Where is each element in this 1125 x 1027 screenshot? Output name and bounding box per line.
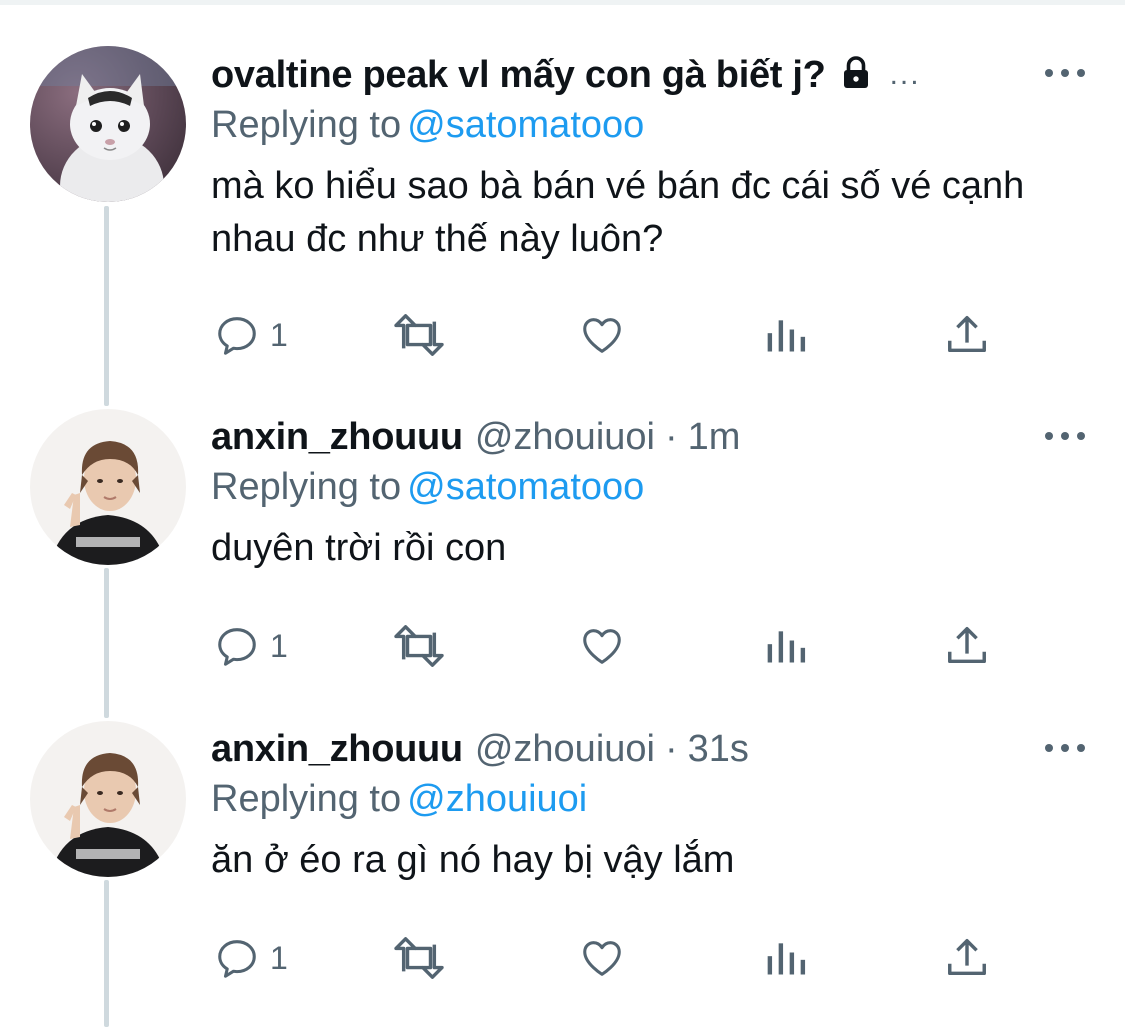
replying-to: Replying to @satomatooo	[211, 104, 1085, 152]
tweet[interactable]: anxin_zhouuu @zhouiuoi · 31s Replying to…	[0, 712, 1125, 1027]
reply-to-handle[interactable]: @satomatooo	[407, 104, 644, 146]
separator-dot: ·	[664, 415, 678, 458]
person-avatar-image	[30, 721, 186, 877]
retweet-icon	[394, 625, 444, 667]
reply-icon	[218, 940, 256, 978]
tweet-actions: 1	[214, 621, 994, 671]
timestamp[interactable]: 1m	[688, 416, 741, 459]
share-button[interactable]	[944, 310, 990, 360]
reply-icon	[218, 317, 256, 355]
replying-to-label: Replying to	[211, 104, 402, 146]
views-button[interactable]	[764, 933, 808, 983]
timestamp[interactable]: 31s	[688, 728, 749, 771]
name-truncation: ...	[889, 58, 921, 91]
lock-icon	[838, 55, 874, 96]
views-button[interactable]	[764, 621, 808, 671]
views-icon	[767, 943, 806, 975]
tweet-actions: 1	[214, 310, 994, 360]
replying-to-label: Replying to	[211, 778, 402, 820]
avatar[interactable]	[30, 409, 186, 565]
retweet-button[interactable]	[392, 310, 446, 360]
tweet-header: anxin_zhouuu @zhouiuoi · 31s	[211, 724, 1085, 774]
more-icon[interactable]	[1045, 66, 1085, 80]
like-icon	[583, 941, 621, 976]
views-icon	[767, 320, 806, 352]
tweet-actions: 1	[214, 933, 994, 983]
reply-button[interactable]: 1	[214, 933, 288, 983]
avatar[interactable]	[30, 721, 186, 877]
like-button[interactable]	[578, 621, 626, 671]
tweet[interactable]: ovaltine peak vl mấy con gà biết j? ... …	[0, 0, 1125, 400]
like-button[interactable]	[578, 933, 626, 983]
person-avatar-image	[30, 409, 186, 565]
display-name[interactable]: ovaltine peak vl mấy con gà biết j?	[211, 54, 826, 97]
user-handle[interactable]: @zhouiuoi	[475, 416, 655, 459]
cat-avatar-image	[30, 46, 186, 202]
reply-count: 1	[270, 627, 288, 664]
more-icon[interactable]	[1045, 741, 1085, 755]
reply-count: 1	[270, 939, 288, 976]
reply-icon	[218, 628, 256, 666]
display-name[interactable]: anxin_zhouuu	[211, 728, 463, 771]
replying-to: Replying to @zhouiuoi	[211, 778, 1085, 826]
like-icon	[583, 318, 621, 353]
reply-count: 1	[270, 316, 288, 353]
reply-button[interactable]: 1	[214, 310, 288, 360]
share-button[interactable]	[944, 621, 990, 671]
retweet-icon	[394, 314, 444, 356]
tweet-header: ovaltine peak vl mấy con gà biết j? ...	[211, 50, 1085, 100]
reply-to-handle[interactable]: @zhouiuoi	[407, 778, 587, 820]
tweet-text: ăn ở éo ra gì nó hay bị vậy lắm	[211, 839, 735, 881]
avatar[interactable]	[30, 46, 186, 202]
retweet-button[interactable]	[392, 933, 446, 983]
reply-to-handle[interactable]: @satomatooo	[407, 466, 644, 508]
share-icon	[948, 316, 986, 353]
tweet[interactable]: anxin_zhouuu @zhouiuoi · 1m Replying to @…	[0, 400, 1125, 712]
like-icon	[583, 629, 621, 664]
retweet-icon	[394, 937, 444, 979]
share-icon	[948, 627, 986, 664]
tweet-text: duyên trời rồi con	[211, 527, 507, 569]
share-icon	[948, 939, 986, 976]
user-handle[interactable]: @zhouiuoi	[475, 728, 655, 771]
retweet-button[interactable]	[392, 621, 446, 671]
separator-dot: ·	[664, 727, 678, 770]
replying-to-label: Replying to	[211, 466, 402, 508]
reply-button[interactable]: 1	[214, 621, 288, 671]
more-icon[interactable]	[1045, 429, 1085, 443]
like-button[interactable]	[578, 310, 626, 360]
views-button[interactable]	[764, 310, 808, 360]
display-name[interactable]: anxin_zhouuu	[211, 416, 463, 459]
views-icon	[767, 631, 806, 663]
share-button[interactable]	[944, 933, 990, 983]
replying-to: Replying to @satomatooo	[211, 466, 1085, 514]
tweet-header: anxin_zhouuu @zhouiuoi · 1m	[211, 412, 1085, 462]
tweet-text: mà ko hiểu sao bà bán vé bán đc cái số v…	[211, 165, 1025, 260]
